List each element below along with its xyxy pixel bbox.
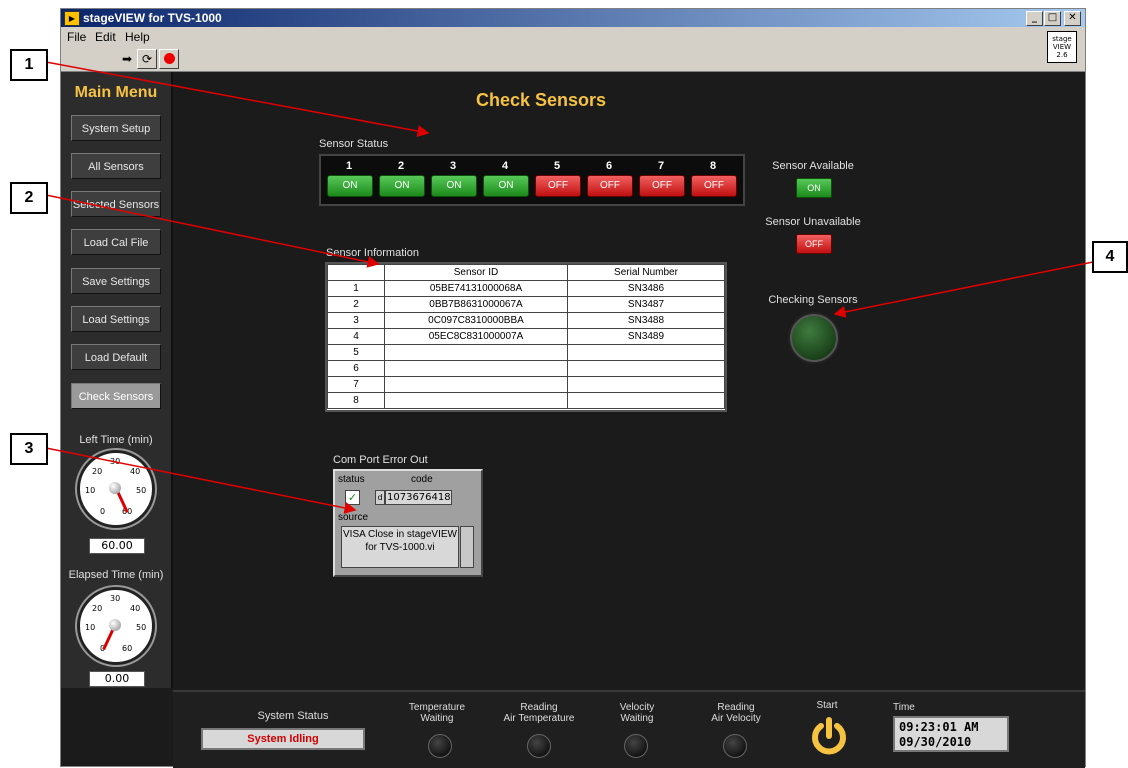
callout-arrows [45,61,1094,514]
callout-1-box: 1 [10,49,48,81]
callout-4-box: 4 [1092,241,1128,273]
callout-4-arrow [833,261,1094,318]
callout-2-box: 2 [10,182,48,214]
callout-3-arrow [45,447,357,514]
callout-1-arrow [45,61,430,137]
callout-2-arrow [45,194,380,268]
callout-3-box: 3 [10,433,48,465]
